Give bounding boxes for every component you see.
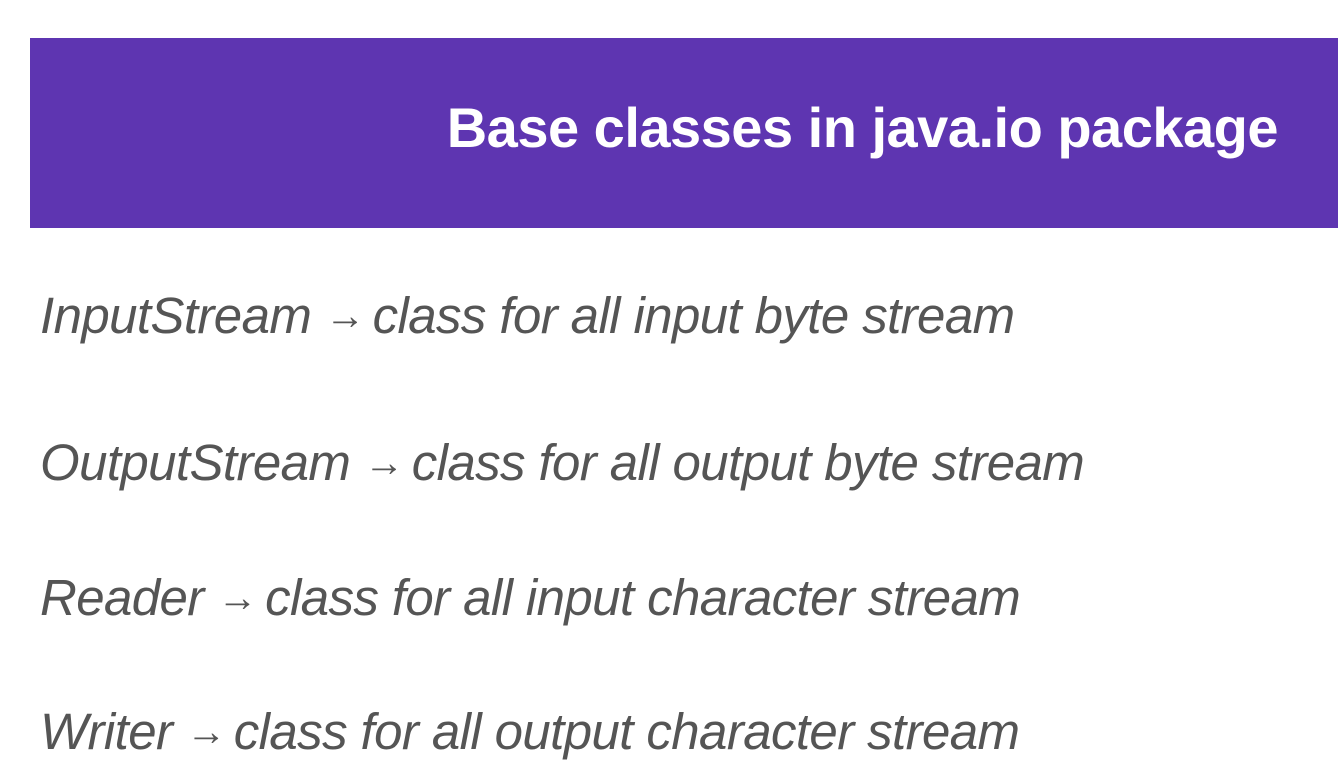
class-list: InputStream → class for all input byte str…: [40, 0, 1330, 782]
class-row-outputstream: OutputStream → class for all output byte s…: [40, 434, 1085, 491]
class-description: class for all output character stream: [233, 703, 1020, 760]
class-description: class for all input character stream: [265, 569, 1021, 626]
arrow-right-icon: →: [186, 710, 226, 754]
class-description: class for all output byte stream: [411, 434, 1085, 491]
arrow-right-icon: →: [364, 441, 404, 485]
class-name: Reader: [40, 569, 204, 626]
arrow-right-icon: →: [217, 576, 258, 620]
class-row-reader: Reader → class for all input character str…: [40, 569, 1021, 626]
class-description: class for all input byte stream: [372, 287, 1015, 344]
class-name: OutputStream: [40, 434, 351, 491]
class-row-inputstream: InputStream → class for all input byte str…: [40, 287, 1015, 344]
arrow-right-icon: →: [325, 294, 365, 338]
class-row-writer: Writer → class for all output character st…: [40, 703, 1020, 760]
class-name: Writer: [40, 703, 173, 760]
class-name: InputStream: [40, 287, 312, 344]
